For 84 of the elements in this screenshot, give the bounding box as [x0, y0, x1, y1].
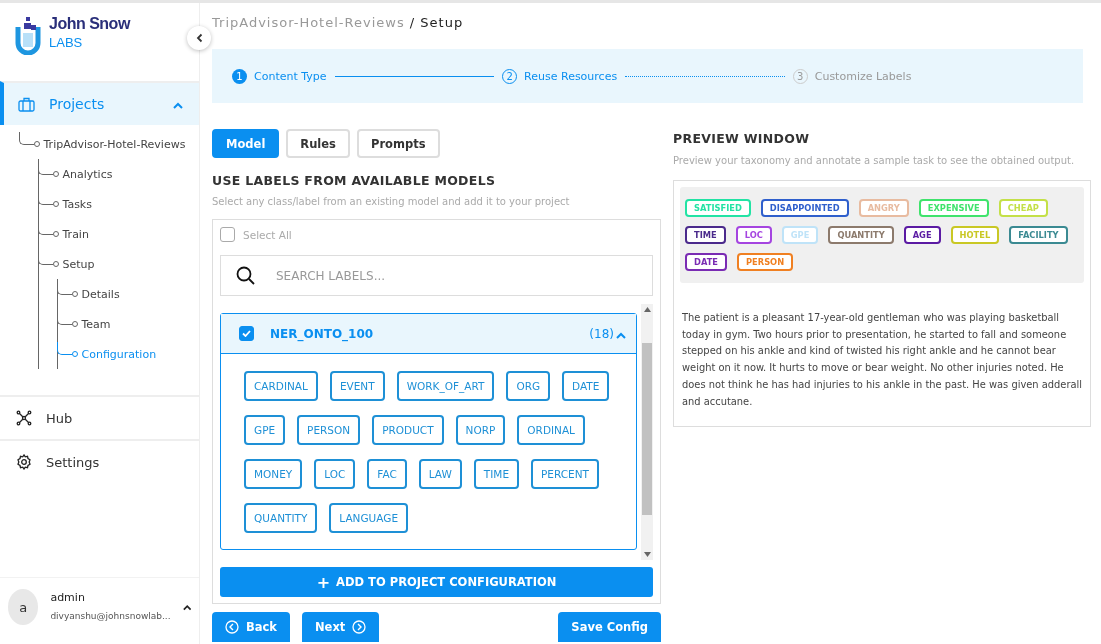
back-button[interactable]: Back	[212, 612, 290, 642]
nav-item[interactable]: Settings	[0, 439, 199, 483]
label-chip[interactable]: ORDINAL	[517, 415, 585, 445]
briefcase-icon	[18, 96, 35, 112]
scroll-down-icon[interactable]	[643, 552, 651, 557]
network-icon	[16, 410, 32, 426]
checkbox[interactable]	[220, 227, 235, 242]
settings-icon	[16, 454, 32, 470]
tree-item[interactable]: Configuration	[81, 347, 157, 361]
label-chip[interactable]: LOC	[314, 459, 356, 489]
tree-item[interactable]: TripAdvisor-Hotel-Reviews	[43, 137, 186, 151]
user-email: divyanshu@johnsnowlab...	[50, 611, 171, 621]
circled-chevron-left-icon	[225, 620, 239, 634]
logo-icon	[15, 15, 41, 55]
caret-icon	[182, 603, 191, 611]
nav-item[interactable]: Projects	[0, 81, 199, 125]
step-number: 1	[232, 68, 247, 84]
caret-icon	[616, 332, 626, 339]
tab[interactable]: Rules	[286, 129, 350, 158]
tree-item[interactable]: Details	[81, 287, 120, 301]
label-chip[interactable]: GPE	[244, 415, 286, 445]
label-chip[interactable]: DATE	[562, 371, 610, 401]
label-chip[interactable]: PERCENT	[531, 459, 599, 489]
scrollbar[interactable]	[641, 304, 653, 560]
user-name: admin	[50, 591, 86, 604]
label-chip[interactable]: EVENT	[329, 371, 385, 401]
tab[interactable]: Model	[212, 129, 280, 158]
logo-text: John Snow	[49, 15, 130, 33]
label-tag[interactable]: LOC	[735, 226, 772, 244]
model-name: NER_ONTO_100	[270, 326, 375, 341]
chevron-left-icon	[195, 33, 203, 43]
label-tag[interactable]: FACILITY	[1009, 226, 1068, 244]
scroll-up-icon[interactable]	[643, 307, 651, 312]
logo-subtext: LABS	[49, 35, 84, 50]
breadcrumb-link[interactable]: TripAdvisor-Hotel-Reviews	[212, 15, 405, 30]
tree-item[interactable]: Team	[81, 317, 111, 331]
label-chip[interactable]: LANGUAGE	[329, 503, 409, 533]
label-tag[interactable]: QUANTITY	[828, 226, 894, 244]
label-chip[interactable]: NORP	[455, 415, 506, 445]
caret-icon	[173, 102, 183, 109]
tab[interactable]: Prompts	[356, 129, 440, 158]
checkbox[interactable]	[239, 326, 254, 341]
step-label[interactable]: Customize Labels	[814, 69, 912, 83]
step-label[interactable]: Content Type	[254, 69, 327, 83]
label-chip[interactable]: CARDINAL	[244, 371, 318, 401]
label-chip[interactable]: TIME	[473, 459, 520, 489]
tree-item[interactable]: Setup	[62, 257, 95, 271]
tree-item[interactable]: Tasks	[62, 197, 92, 211]
circled-chevron-right-icon	[352, 620, 367, 634]
section-subtitle: Select any class/label from an existing model and add it to your project	[212, 196, 571, 207]
breadcrumb-separator: /	[409, 15, 416, 30]
select-all-label: Select All	[243, 228, 292, 241]
check-icon	[242, 330, 251, 337]
label-tag[interactable]: PERSON	[737, 253, 794, 271]
collapse-button[interactable]	[187, 26, 211, 50]
user-avatar[interactable]: a	[8, 589, 39, 625]
breadcrumb-current: Setup	[420, 15, 464, 30]
label-chip[interactable]: WORK_OF_ART	[396, 371, 495, 401]
tree-connector	[18, 131, 34, 145]
preview-title: PREVIEW WINDOW	[673, 131, 811, 146]
step-label[interactable]: Reuse Resources	[524, 69, 618, 83]
preview-subtitle: Preview your taxonomy and annotate a sample task to see the obtained output.	[673, 155, 1076, 166]
save-config-button[interactable]: Save Config	[558, 612, 661, 642]
next-button[interactable]: Next	[302, 612, 380, 642]
add-to-configuration-button[interactable]: + ADD TO PROJECT CONFIGURATION	[220, 567, 653, 597]
tree-connector	[56, 341, 72, 355]
label-chip[interactable]: FAC	[367, 459, 407, 489]
label-tag[interactable]: DISAPPOINTED	[760, 199, 849, 217]
label-chip[interactable]: MONEY	[244, 459, 303, 489]
sample-text: The patient is a pleasant 17-year-old gentleman who was playing basketball today in gym. Two hours prior to presentation, he started to fall and someone stepped on his ankle and kind of twisted his right ankle and he cannot bear weight on it now. It hurts to move or bear weight. No other injuries noted. He does not think he has had injuries to his ankle in the past. He was given adderall and accutane.	[681, 311, 1083, 409]
label-tag[interactable]: AGE	[903, 226, 941, 244]
label-chip[interactable]: LAW	[418, 459, 462, 489]
nav-item[interactable]: Hub	[0, 395, 199, 439]
label-tag[interactable]: DATE	[685, 253, 727, 271]
label-chip[interactable]: QUANTITY	[244, 503, 318, 533]
tree-item[interactable]: Train	[62, 227, 89, 241]
label-tag[interactable]: TIME	[685, 226, 726, 244]
label-chip[interactable]: PRODUCT	[372, 415, 444, 445]
tree-item[interactable]: Analytics	[62, 167, 113, 181]
search-field[interactable]: SEARCH LABELS...	[220, 255, 653, 296]
label-chip[interactable]: PERSON	[297, 415, 361, 445]
label-chip[interactable]: ORG	[506, 371, 551, 401]
section-title: USE LABELS FROM AVAILABLE MODELS	[212, 173, 497, 188]
label-count: (18)	[589, 326, 614, 341]
